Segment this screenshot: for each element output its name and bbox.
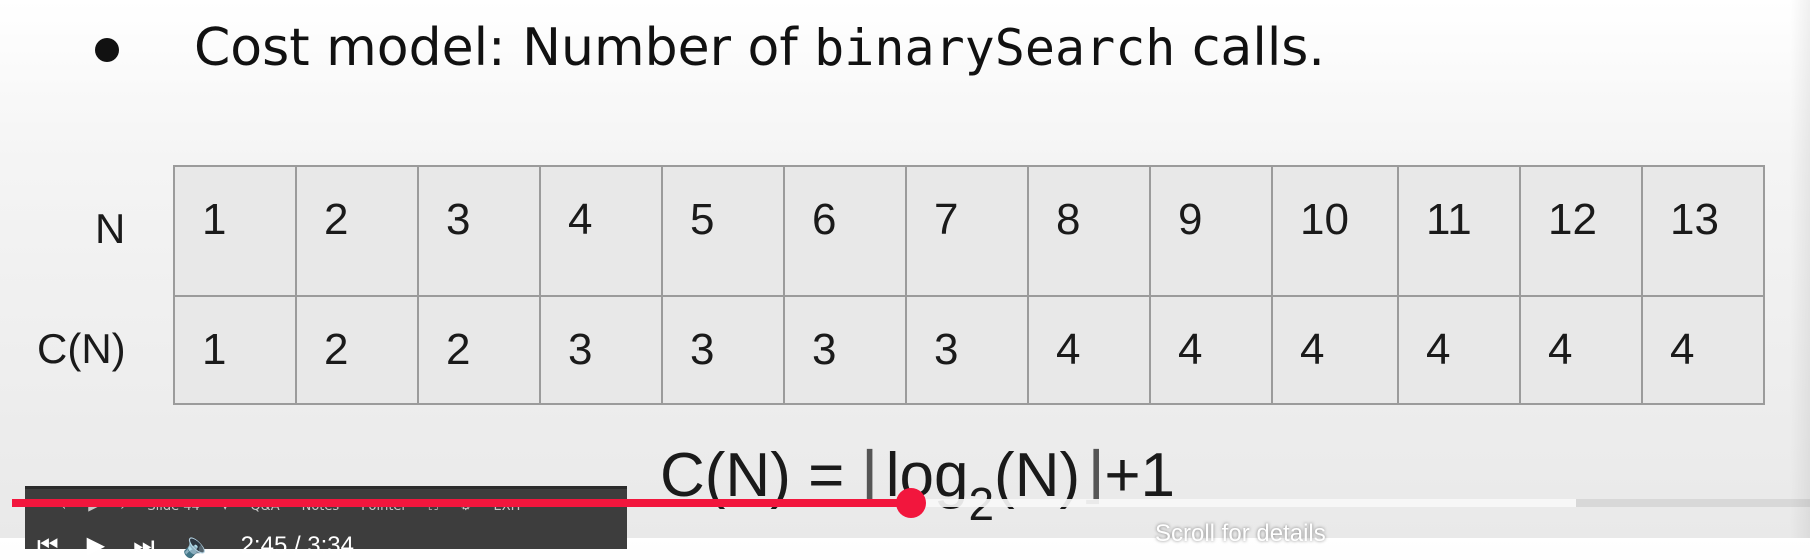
play-icon[interactable]: ▶ bbox=[87, 531, 105, 560]
table-cell: 2 bbox=[417, 295, 541, 405]
table-cell: 9 bbox=[1149, 165, 1273, 297]
table-cell: 12 bbox=[1519, 165, 1643, 297]
table-cell: 5 bbox=[661, 165, 785, 297]
row-label-cn: C(N) bbox=[37, 325, 126, 372]
scroll-hint: Scroll for details bbox=[1155, 520, 1326, 547]
table-cell: 3 bbox=[783, 295, 907, 405]
table-cell: 1 bbox=[173, 295, 297, 405]
table-cell: 4 bbox=[539, 165, 663, 297]
presenter-toolbar: ‹ ▶ › Slide 44 ▾ Q&A Notes Pointer ⛶ ⚙ E… bbox=[25, 486, 627, 559]
video-frame[interactable]: Cost model: Number of binarySearch calls… bbox=[0, 0, 1810, 559]
progress-played bbox=[12, 499, 911, 507]
previous-icon[interactable]: ⏮ bbox=[37, 532, 59, 560]
volume-icon[interactable]: 🔈 bbox=[183, 531, 213, 560]
table-cell: 13 bbox=[1641, 165, 1765, 297]
table-row-cn: 1 2 2 3 3 3 3 4 4 4 4 4 4 bbox=[173, 295, 1765, 405]
bullet-text-suffix: calls. bbox=[1175, 18, 1325, 78]
table-cell: 3 bbox=[417, 165, 541, 297]
time-display: 2:45 / 3:34 bbox=[240, 531, 355, 559]
table-cell: 1 bbox=[173, 165, 297, 297]
table-cell: 4 bbox=[1519, 295, 1643, 405]
progress-scrubber-handle[interactable] bbox=[896, 488, 926, 518]
table-row-n: 1 2 3 4 5 6 7 8 9 10 11 12 13 bbox=[173, 165, 1765, 297]
table-cell: 3 bbox=[539, 295, 663, 405]
cost-table: 1 2 3 4 5 6 7 8 9 10 11 12 13 1 2 2 3 3 … bbox=[173, 165, 1765, 405]
bullet-text-prefix: Cost model: Number of bbox=[194, 18, 815, 78]
table-cell: 2 bbox=[295, 165, 419, 297]
table-cell: 7 bbox=[905, 165, 1029, 297]
edge-shade bbox=[1790, 0, 1810, 538]
table-cell: 4 bbox=[1027, 295, 1151, 405]
table-cell: 4 bbox=[1641, 295, 1765, 405]
bullet-point: Cost model: Number of binarySearch calls… bbox=[95, 8, 1325, 88]
bullet-code: binarySearch bbox=[814, 19, 1176, 77]
table-cell: 10 bbox=[1271, 165, 1399, 297]
table-cell: 6 bbox=[783, 165, 907, 297]
table-cell: 8 bbox=[1027, 165, 1151, 297]
bullet-text: Cost model: Number of binarySearch calls… bbox=[194, 18, 1325, 78]
table-cell: 3 bbox=[905, 295, 1029, 405]
table-cell: 11 bbox=[1397, 165, 1521, 297]
video-controls: ⏮ ▶ ⏭ 🔈 2:45 / 3:34 bbox=[37, 531, 354, 560]
bullet-dot-icon bbox=[95, 38, 119, 62]
row-label-n: N bbox=[95, 205, 126, 252]
table-cell: 3 bbox=[661, 295, 785, 405]
table-cell: 2 bbox=[295, 295, 419, 405]
table-cell: 4 bbox=[1397, 295, 1521, 405]
next-icon[interactable]: ⏭ bbox=[133, 532, 155, 560]
table-cell: 4 bbox=[1271, 295, 1399, 405]
table-cell: 4 bbox=[1149, 295, 1273, 405]
